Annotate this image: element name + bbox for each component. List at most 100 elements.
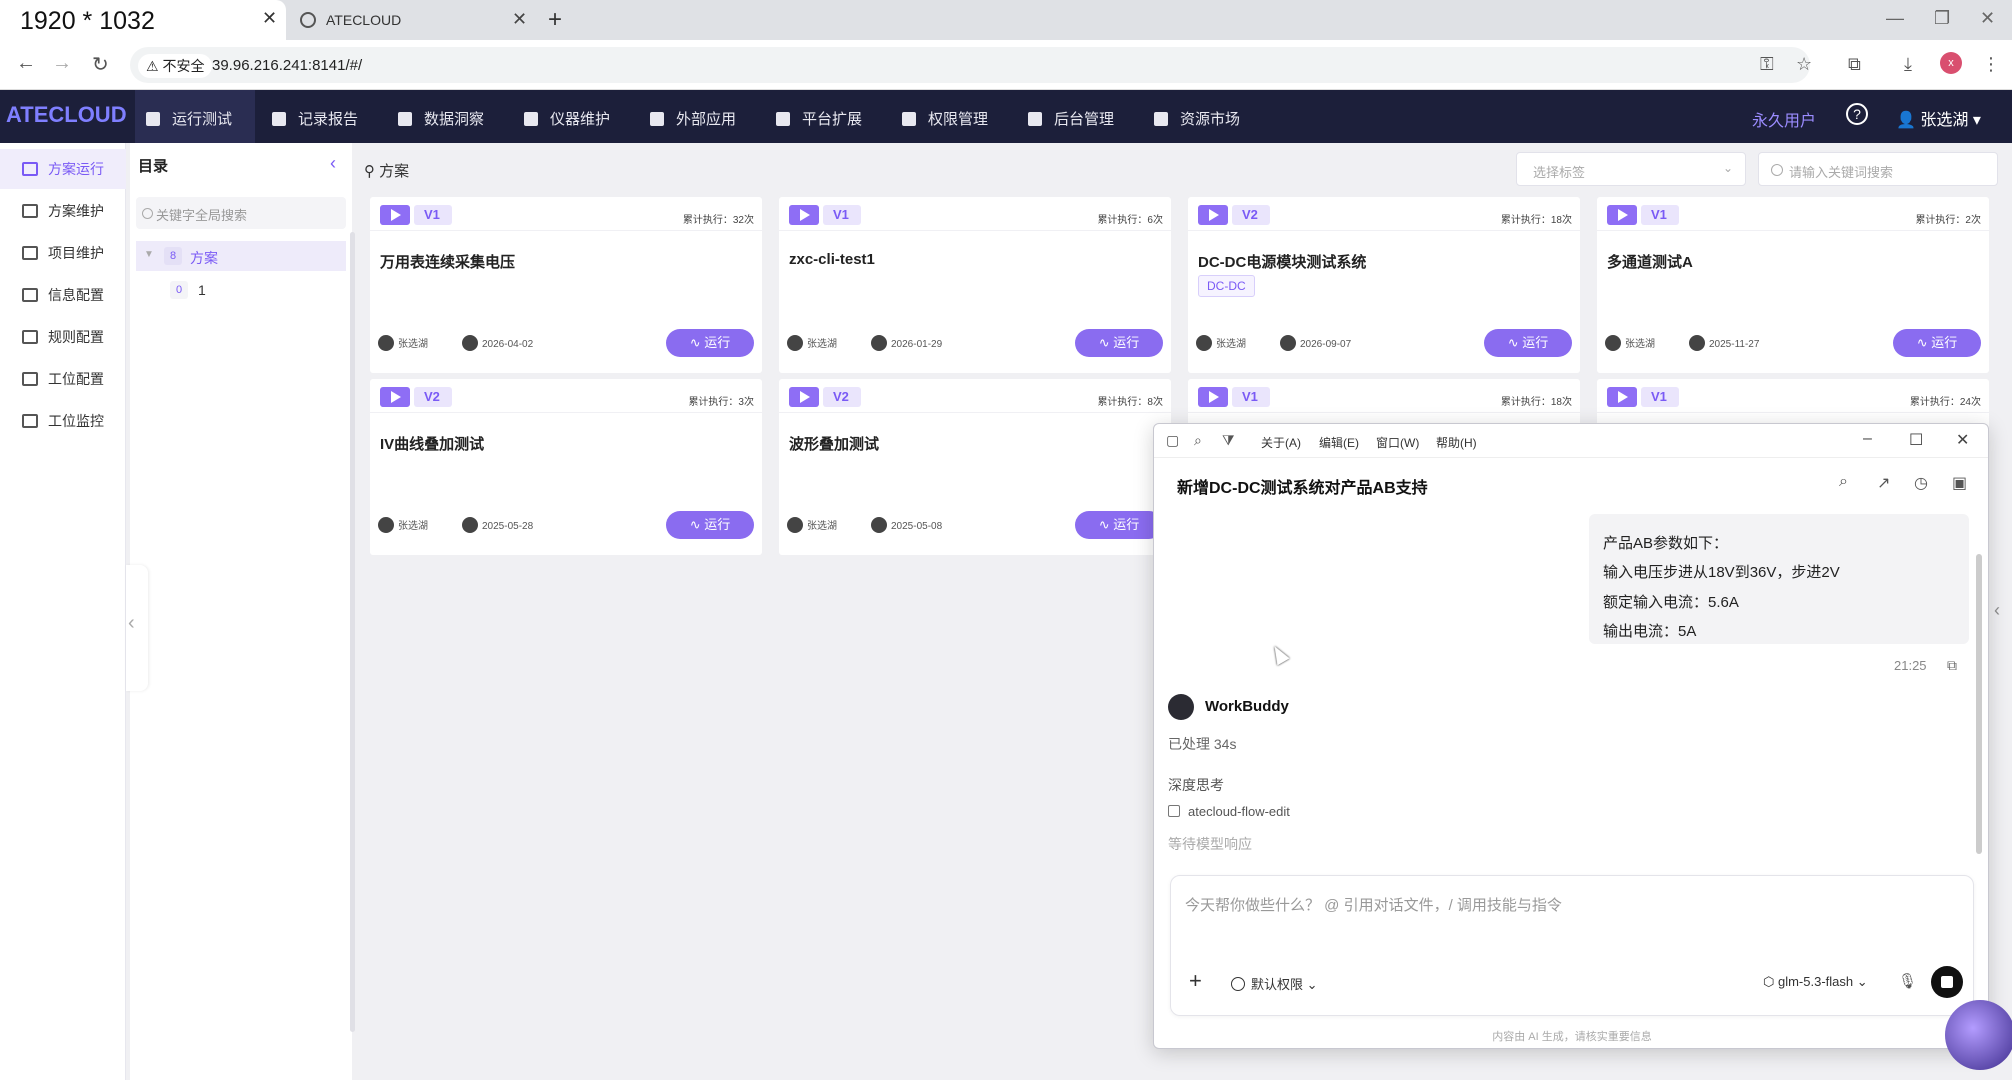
plan-tag: DC-DC [1198,275,1255,297]
bookmark-star-icon[interactable]: ☆ [1796,54,1812,75]
nav-instrument[interactable]: 仪器维护 [524,108,610,129]
chat-input-placeholder[interactable]: 今天帮你做些什么？ @ 引用对话文件，/ 调用技能与指令 [1185,894,1562,915]
history-icon[interactable]: ◷ [1914,473,1928,493]
minimize-window-icon[interactable]: — [1886,8,1904,29]
url-text[interactable]: 39.96.216.241:8141/#/ [212,57,362,74]
sidebar-item-info-config[interactable]: 信息配置 [22,285,104,305]
sidebar-item-project-maintain[interactable]: 项目维护 [22,243,104,263]
close-icon[interactable]: ✕ [1956,430,1969,450]
close-tab-icon[interactable]: ✕ [262,8,277,29]
menu-window[interactable]: 窗口(W) [1376,434,1419,451]
sidebar-toggle-icon[interactable]: ▢ [1166,432,1179,449]
tree-node-root[interactable]: ▼ 8 方案 [136,241,346,271]
nav-label: 仪器维护 [550,111,611,128]
url-box[interactable]: ⚠ 不安全 39.96.216.241:8141/#/ [130,47,1810,83]
sidebar-item-plan-run[interactable]: 方案运行 [22,159,104,179]
stop-generation-button[interactable] [1931,966,1963,998]
close-window-icon[interactable]: ✕ [1980,8,1995,29]
sidebar-item-rule-config[interactable]: 规则配置 [22,327,104,347]
run-button[interactable]: ∿ 运行 [1484,329,1572,357]
new-tab-button[interactable]: + [548,6,562,34]
tag-select[interactable]: 选择标签 ⌄ [1516,152,1746,186]
profile-avatar[interactable]: x [1940,52,1962,74]
close-tab-icon[interactable]: ✕ [512,9,527,30]
menu-edit[interactable]: 编辑(E) [1319,434,1359,451]
reload-icon[interactable]: ↻ [92,52,109,77]
run-button[interactable]: ∿ 运行 [666,511,754,539]
deep-thinking-toggle[interactable]: 深度思考 [1168,775,1224,795]
security-badge[interactable]: ⚠ 不安全 [138,54,213,78]
user-menu[interactable]: 👤 张选湖 ▾ [1896,106,1981,130]
back-icon[interactable]: ← [16,52,36,75]
microphone-icon[interactable]: 🎙 [1898,972,1917,990]
help-icon[interactable]: ? [1846,103,1868,125]
browser-menu-icon[interactable]: ⋮ [1982,54,2000,75]
nav-permissions[interactable]: 权限管理 [902,108,988,129]
skill-invocation[interactable]: atecloud-flow-edit [1168,804,1290,819]
owner-name: 张选湖 [1625,339,1655,350]
run-button[interactable]: ∿ 运行 [1075,329,1163,357]
nav-data-insight[interactable]: 数据洞察 [398,108,484,129]
password-key-icon[interactable]: ⚿ [1760,54,1774,75]
sidebar-item-plan-maintain[interactable]: 方案维护 [22,201,104,221]
nav-external-apps[interactable]: 外部应用 [650,108,736,129]
assistant-orb-icon[interactable] [1945,1000,2012,1070]
nav-run-test[interactable]: 运行测试 [146,108,232,129]
sidebar-item-label: 信息配置 [48,287,104,303]
tree-node-label: 1 [198,282,206,298]
search-icon[interactable]: ⌕ [1194,432,1202,449]
run-button[interactable]: ∿ 运行 [666,329,754,357]
expand-arrow-icon[interactable]: ▼ [144,249,154,260]
filter-icon[interactable]: ⧩ [1222,432,1235,449]
plan-card[interactable]: V1 累计执行：6次 zxc-cli-test1 张选湖 2026-01-29 ∿ 运行 [779,197,1171,373]
add-attachment-button[interactable]: + [1189,968,1202,994]
chat-scrollbar[interactable] [1976,554,1982,854]
share-icon[interactable]: ↗ [1877,473,1890,493]
search-icon[interactable]: ⌕ [1839,473,1848,491]
menu-help[interactable]: 帮助(H) [1436,434,1477,451]
play-icon[interactable] [1198,387,1228,407]
run-button[interactable]: ∿ 运行 [1075,511,1163,539]
plan-owner: 张选湖 [378,517,428,533]
sidebar-item-station-config[interactable]: 工位配置 [22,369,104,389]
collapse-icon[interactable]: ‹ [330,153,336,174]
plan-card[interactable]: V2 累计执行：8次 波形叠加测试 张选湖 2025-05-08 ∿ 运行 [779,379,1171,555]
nav-records[interactable]: 记录报告 [272,108,358,129]
directory-search-input[interactable]: 关键字全局搜索 [136,197,346,229]
play-icon[interactable] [1607,387,1637,407]
keyword-search-input[interactable]: 请输入关键词搜索 [1758,152,1998,186]
browser-tab-atecloud[interactable]: ATECLOUD ✕ [296,0,532,40]
play-icon[interactable] [1607,205,1637,225]
play-icon[interactable] [789,205,819,225]
nav-resource-market[interactable]: 资源市场 [1154,108,1240,129]
sidebar-toggle[interactable]: ‹ [126,565,148,691]
plan-card[interactable]: V2 累计执行：3次 IV曲线叠加测试 张选湖 2025-05-28 ∿ 运行 [370,379,762,555]
play-icon[interactable] [789,387,819,407]
play-icon[interactable] [380,205,410,225]
permission-selector[interactable]: 默认权限 ⌄ [1231,974,1318,993]
download-icon[interactable]: ⤓ [1904,54,1912,75]
directory-scrollbar[interactable] [350,232,355,1032]
minimize-icon[interactable]: – [1863,430,1872,448]
plan-card[interactable]: V1 累计执行：2次 多通道测试A 张选湖 2025-11-27 ∿ 运行 [1597,197,1989,373]
extensions-icon[interactable]: ⧉ [1848,54,1861,75]
run-button[interactable]: ∿ 运行 [1893,329,1981,357]
plan-card[interactable]: V2 累计执行：18次 DC-DC电源模块测试系统 DC-DC 张选湖 2026-09-0… [1188,197,1580,373]
sidebar-item-station-monitor[interactable]: 工位监控 [22,411,104,431]
copy-icon[interactable]: ⧉ [1947,657,1957,674]
play-icon[interactable] [1198,205,1228,225]
nav-admin[interactable]: 后台管理 [1028,108,1114,129]
browser-tab-active[interactable]: 1920 * 1032 ✕ [0,0,286,40]
chat-input-box[interactable]: 今天帮你做些什么？ @ 引用对话文件，/ 调用技能与指令 + 默认权限 ⌄ ⬡ … [1170,875,1974,1016]
tree-node-child[interactable]: 0 1 [170,277,340,303]
plan-card[interactable]: V1 累计执行：32次 万用表连续采集电压 张选湖 2026-04-02 ∿ 运行 [370,197,762,373]
restore-window-icon[interactable]: ❐ [1934,8,1950,29]
chevron-left-icon[interactable]: ‹ [1994,600,2000,621]
model-selector[interactable]: ⬡ glm-5.3-flash ⌄ [1763,974,1868,990]
play-icon[interactable] [380,387,410,407]
nav-platform-ext[interactable]: 平台扩展 [776,108,862,129]
panel-icon[interactable]: ▣ [1952,473,1967,493]
menu-about[interactable]: 关于(A) [1261,434,1301,451]
maximize-icon[interactable]: ☐ [1909,430,1923,450]
forward-icon[interactable]: → [52,52,72,75]
